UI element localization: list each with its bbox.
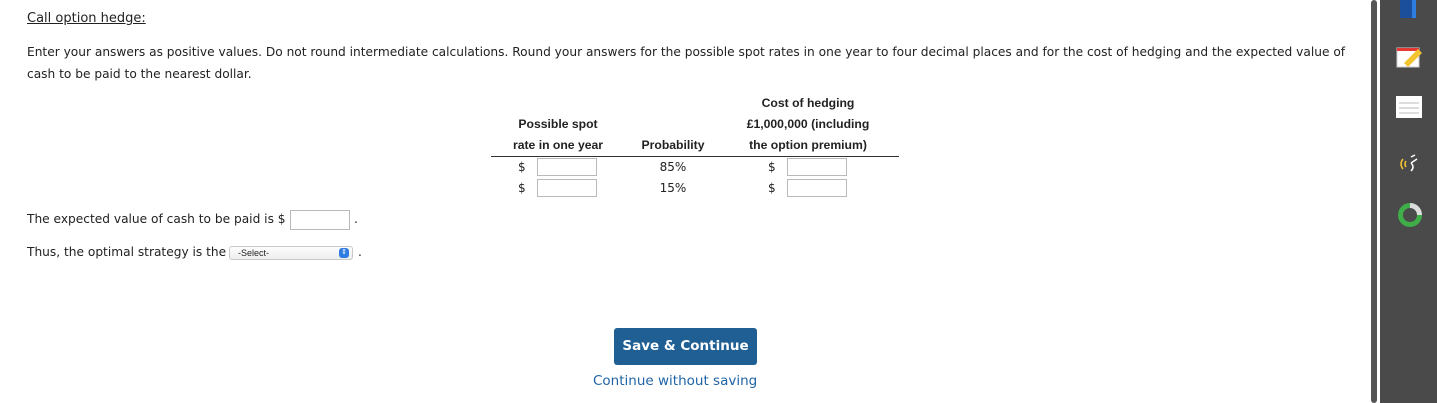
scrollbar-thumb[interactable] xyxy=(1371,0,1377,403)
col-header-cost-line2: £1,000,000 (including xyxy=(746,117,870,131)
book-icon[interactable] xyxy=(1398,0,1420,25)
header-divider xyxy=(491,156,899,157)
spot-rate-input-2[interactable] xyxy=(537,179,597,197)
expected-value-label: The expected value of cash to be paid is… xyxy=(27,212,286,226)
instructions-text: Enter your answers as positive values. D… xyxy=(27,45,1346,81)
col-header-spot-line2: rate in one year xyxy=(512,138,604,152)
cost-input-1[interactable] xyxy=(787,158,847,176)
col-header-spot: Possible spot rate in one year xyxy=(496,114,620,156)
cost-input-2[interactable] xyxy=(787,179,847,197)
question-area: Call option hedge: Enter your answers as… xyxy=(0,0,1368,403)
chevron-updown-icon: ⇕ xyxy=(339,248,349,258)
col-header-probability: Probability xyxy=(641,138,705,152)
probability-1: 85% xyxy=(659,160,687,174)
currency-symbol: $ xyxy=(518,181,526,195)
save-continue-button[interactable]: Save & Continue xyxy=(614,328,757,365)
tool-sidebar xyxy=(1380,0,1437,403)
expected-value-input[interactable] xyxy=(290,210,350,230)
probability-2: 15% xyxy=(659,181,687,195)
audio-icon[interactable] xyxy=(1397,153,1421,180)
currency-symbol: $ xyxy=(518,160,526,174)
strategy-label: Thus, the optimal strategy is the xyxy=(27,245,227,259)
strategy-select[interactable]: -Select- ⇕ xyxy=(229,246,353,260)
spot-rate-input-1[interactable] xyxy=(537,158,597,176)
currency-symbol: $ xyxy=(768,181,776,195)
document-icon[interactable] xyxy=(1396,96,1422,123)
strategy-select-value: -Select- xyxy=(238,248,270,258)
strategy-period: . xyxy=(358,245,362,259)
currency-symbol: $ xyxy=(768,160,776,174)
col-header-cost: Cost of hedging £1,000,000 (including th… xyxy=(720,93,896,156)
col-header-spot-line1: Possible spot xyxy=(518,117,598,131)
question-title: Call option hedge: xyxy=(27,11,146,26)
continue-without-saving-link[interactable]: Continue without saving xyxy=(593,373,757,389)
col-header-cost-line3: the option premium) xyxy=(749,138,867,152)
notepad-icon[interactable] xyxy=(1396,45,1424,74)
col-header-cost-line1: Cost of hedging xyxy=(761,96,855,110)
progress-icon[interactable] xyxy=(1396,201,1424,234)
expected-value-period: . xyxy=(354,212,358,226)
